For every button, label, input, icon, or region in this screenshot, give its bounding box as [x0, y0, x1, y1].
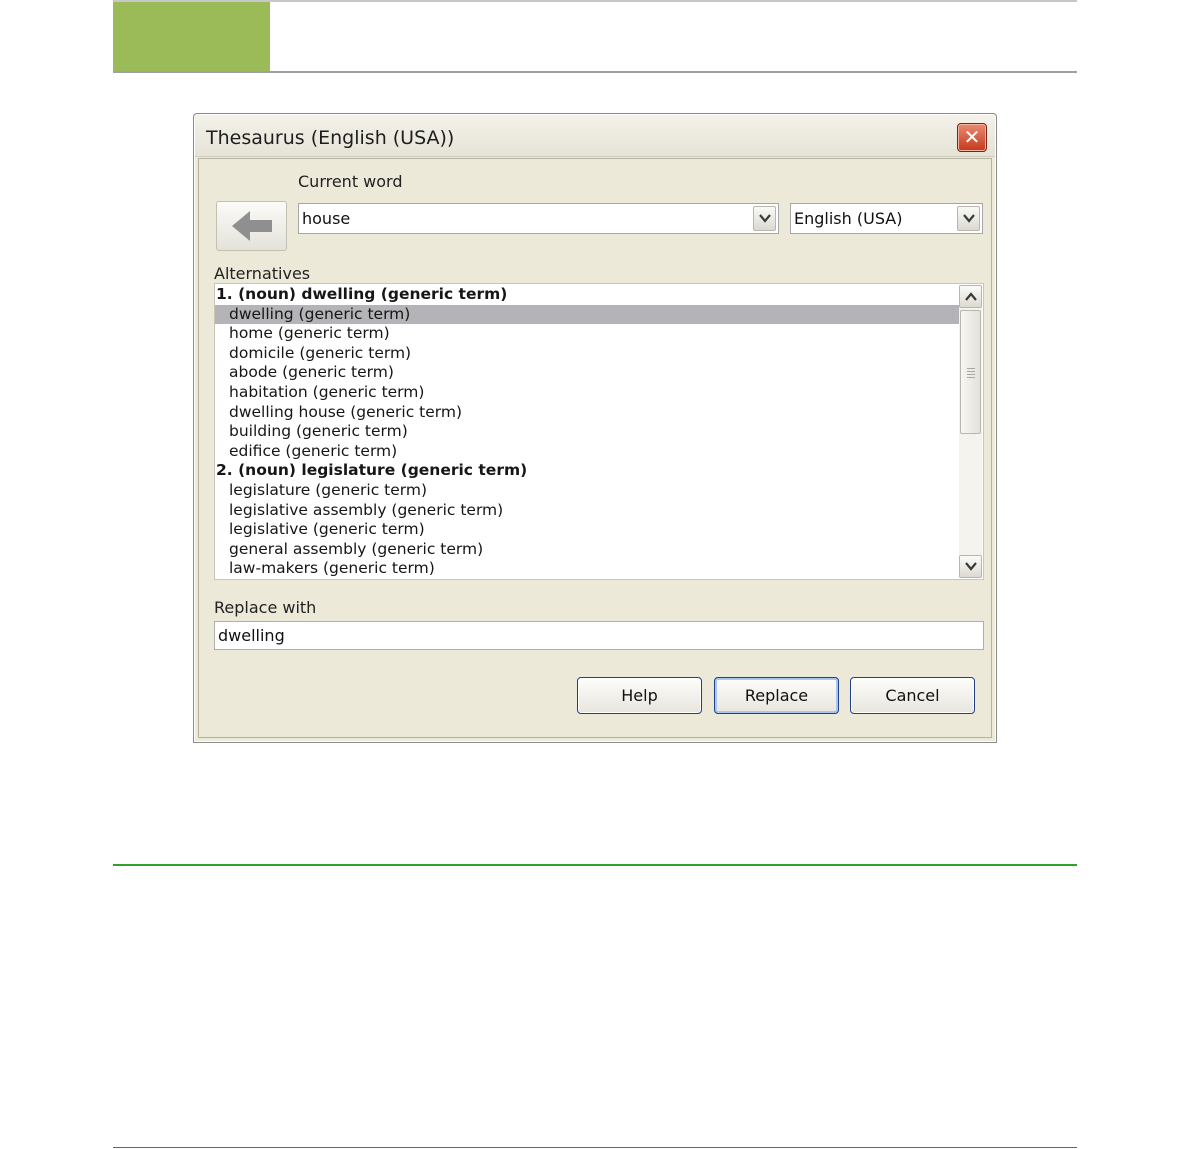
alternatives-item[interactable]: edifice (generic term) — [215, 442, 959, 462]
dialog-titlebar[interactable]: Thesaurus (English (USA)) ✕ — [195, 115, 995, 157]
scroll-thumb[interactable] — [960, 310, 981, 434]
language-value: English (USA) — [794, 209, 903, 228]
alternatives-list[interactable]: 1. (noun) dwelling (generic term) dwellin… — [214, 283, 984, 580]
thumb-grip-line — [967, 374, 975, 375]
alternatives-item[interactable]: habitation (generic term) — [215, 383, 959, 403]
scroll-down-button[interactable] — [959, 555, 982, 578]
current-word-dropdown-button[interactable] — [753, 206, 776, 231]
header-rule — [113, 71, 1077, 73]
alternatives-item[interactable]: dwelling house (generic term) — [215, 403, 959, 423]
section-rule — [113, 864, 1077, 866]
chevron-down-icon — [965, 562, 977, 571]
chevron-down-icon — [963, 214, 975, 223]
dialog-body: Current word house English (USA) Alterna… — [198, 158, 992, 738]
alternatives-label: Alternatives — [214, 264, 311, 283]
left-arrow-icon — [232, 211, 272, 241]
replace-with-value: dwelling — [218, 626, 285, 645]
alternatives-group-header[interactable]: 2. (noun) legislature (generic term) — [215, 461, 959, 481]
thumb-grip-line — [967, 371, 975, 372]
alternatives-item[interactable]: building (generic term) — [215, 422, 959, 442]
current-word-value: house — [302, 209, 351, 228]
alternatives-item[interactable]: abode (generic term) — [215, 363, 959, 383]
cancel-button[interactable]: Cancel — [850, 677, 975, 714]
replace-with-input[interactable]: dwelling — [214, 621, 984, 650]
alternatives-item[interactable]: law-makers (generic term) — [215, 559, 959, 579]
back-button[interactable] — [216, 201, 287, 251]
close-button[interactable]: ✕ — [957, 123, 987, 152]
close-icon: ✕ — [963, 125, 981, 149]
alternatives-scrollbar[interactable] — [959, 285, 982, 578]
language-dropdown-button[interactable] — [957, 206, 980, 231]
chevron-down-icon — [759, 214, 771, 223]
scroll-up-button[interactable] — [959, 285, 982, 308]
alternatives-item[interactable]: legislative assembly (generic term) — [215, 501, 959, 521]
current-word-combobox[interactable]: house — [298, 203, 779, 234]
dialog-title: Thesaurus (English (USA)) — [206, 127, 455, 149]
thesaurus-dialog: Thesaurus (English (USA)) ✕ Current word… — [193, 113, 997, 743]
alternatives-item[interactable]: dwelling (generic term) — [215, 304, 959, 325]
chevron-up-icon — [965, 292, 977, 301]
current-word-label: Current word — [298, 172, 403, 191]
language-combobox[interactable]: English (USA) — [790, 203, 983, 234]
chapter-header-block — [113, 2, 270, 71]
alternatives-item[interactable]: legislature (generic term) — [215, 481, 959, 501]
alternatives-item[interactable]: home (generic term) — [215, 324, 959, 344]
alternatives-group-header[interactable]: 1. (noun) dwelling (generic term) — [215, 285, 959, 305]
alternatives-item[interactable]: legislative (generic term) — [215, 520, 959, 540]
help-button[interactable]: Help — [577, 677, 702, 714]
thumb-grip-line — [967, 377, 975, 378]
alternatives-item[interactable]: general assembly (generic term) — [215, 540, 959, 560]
thumb-grip-line — [967, 368, 975, 369]
alternatives-item[interactable]: domicile (generic term) — [215, 344, 959, 364]
footer-rule — [113, 1147, 1077, 1148]
replace-button[interactable]: Replace — [714, 677, 839, 714]
replace-with-label: Replace with — [214, 598, 317, 617]
